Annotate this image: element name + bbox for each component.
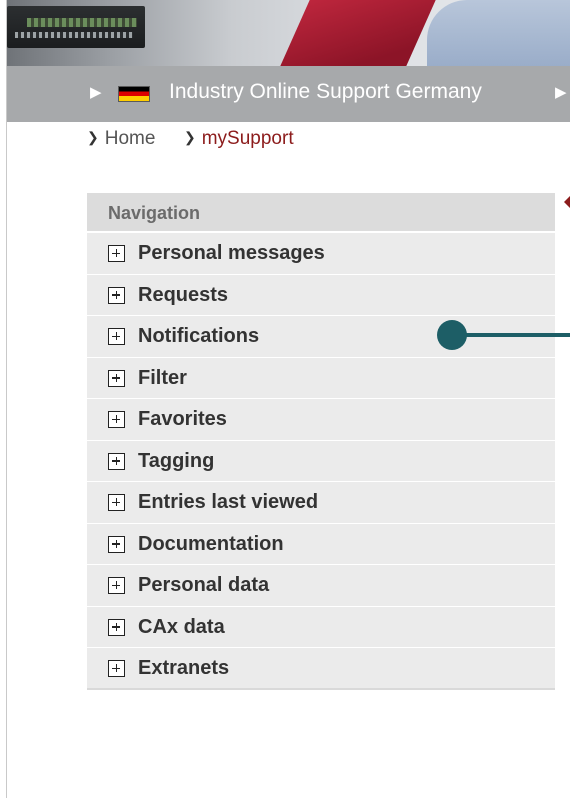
nav-item-filter[interactable]: Filter	[87, 357, 555, 399]
expand-plus-icon[interactable]	[108, 577, 125, 594]
chevron-right-icon[interactable]: ▶	[555, 83, 567, 101]
chevron-right-icon: ❯	[183, 129, 196, 145]
nav-item-label[interactable]: Extranets	[138, 657, 229, 680]
nav-item-documentation[interactable]: Documentation	[87, 523, 555, 565]
nav-item-label[interactable]: Entries last viewed	[138, 491, 318, 514]
expand-plus-icon[interactable]	[108, 369, 125, 387]
expand-plus-icon[interactable]	[108, 618, 125, 636]
breadcrumb-home[interactable]: ❯ Home	[87, 128, 155, 150]
chevron-right-icon: ❯	[87, 129, 99, 145]
nav-item-label[interactable]: Personal messages	[138, 242, 325, 265]
annotation-pointer-dot	[437, 320, 467, 350]
expand-plus-icon[interactable]	[108, 535, 125, 553]
nav-item-label[interactable]: Tagging	[138, 450, 214, 473]
expand-plus-icon[interactable]	[108, 660, 125, 677]
breadcrumb-mysupport[interactable]: ❯ mySupport	[184, 128, 294, 150]
caret-left-icon	[564, 196, 570, 208]
expand-plus-icon[interactable]	[108, 328, 125, 345]
nav-item-label[interactable]: Personal data	[138, 574, 269, 597]
nav-item-label[interactable]: Documentation	[138, 533, 284, 556]
nav-item-label[interactable]: CAx data	[138, 616, 225, 639]
flag-germany-icon	[118, 86, 150, 102]
banner-blue-shape	[427, 0, 570, 66]
nav-item-label[interactable]: Favorites	[138, 408, 227, 431]
header-banner-image	[7, 0, 570, 66]
nav-item-personal-messages[interactable]: Personal messages	[87, 233, 555, 275]
navigation-heading: Navigation	[87, 193, 555, 233]
country-nav-bar: ▶ Industry Online Support Germany ▶	[7, 66, 570, 122]
annotation-pointer-line	[462, 333, 570, 337]
plc-device-graphic	[7, 6, 145, 48]
nav-item-tagging[interactable]: Tagging	[87, 440, 555, 482]
nav-item-cax-data[interactable]: CAx data	[87, 606, 555, 648]
navigation-panel: Navigation Personal messages Requests No…	[87, 193, 555, 690]
breadcrumb: ❯ Home ❯ mySupport	[87, 128, 294, 150]
expand-plus-icon[interactable]	[108, 494, 125, 511]
nav-item-requests[interactable]: Requests	[87, 274, 555, 316]
nav-item-label[interactable]: Requests	[138, 284, 228, 307]
expand-plus-icon[interactable]	[108, 452, 125, 470]
banner-red-shape	[277, 0, 439, 66]
expand-plus-icon[interactable]	[108, 245, 125, 262]
site-title[interactable]: Industry Online Support Germany	[169, 80, 482, 104]
nav-item-extranets[interactable]: Extranets	[87, 648, 555, 690]
nav-item-entries-last-viewed[interactable]: Entries last viewed	[87, 482, 555, 524]
nav-item-label[interactable]: Filter	[138, 367, 187, 390]
expand-plus-icon[interactable]	[108, 286, 125, 304]
chevron-right-icon[interactable]: ▶	[90, 83, 102, 101]
nav-item-favorites[interactable]: Favorites	[87, 399, 555, 441]
nav-item-label[interactable]: Notifications	[138, 325, 259, 348]
nav-item-personal-data[interactable]: Personal data	[87, 565, 555, 607]
expand-plus-icon[interactable]	[108, 411, 125, 428]
